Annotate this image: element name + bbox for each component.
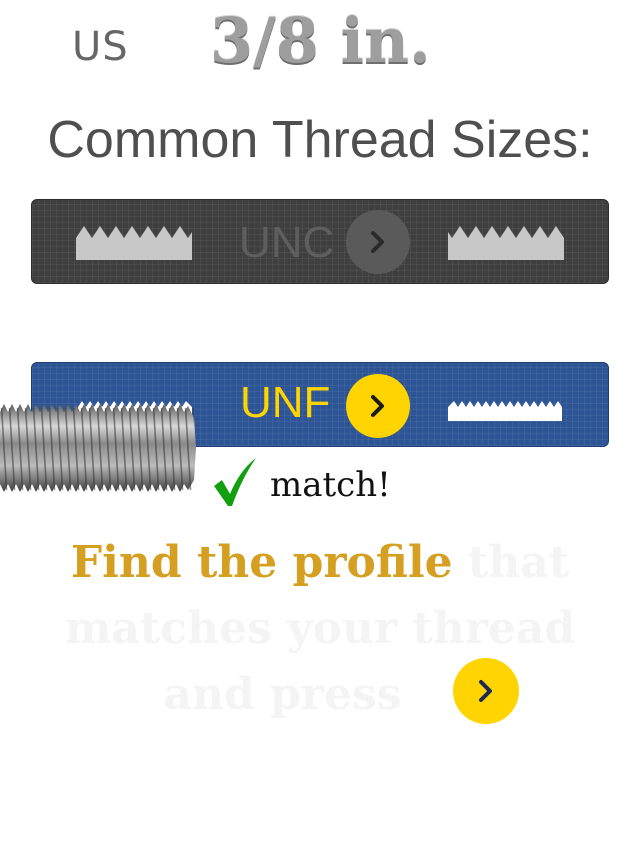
check-mark-icon — [214, 458, 256, 506]
chevron-right-icon — [371, 231, 384, 253]
common-thread-sizes-heading: Common Thread Sizes: — [47, 111, 593, 169]
instruction-highlight: Find the profile — [70, 537, 453, 588]
unc-arrow-button[interactable] — [346, 210, 410, 274]
bolt-size-title: 3/8 in. — [210, 4, 431, 77]
unc-thread-profile-icon-right — [448, 226, 564, 260]
instruction-line2: matches your thread — [64, 603, 576, 654]
chevron-right-icon — [479, 680, 492, 702]
unit-system-label[interactable]: US — [72, 24, 129, 70]
unc-thread-option[interactable]: UNC — [31, 199, 609, 284]
press-arrow-button[interactable] — [453, 658, 519, 724]
instruction-text: Find the profile that matches your threa… — [0, 530, 640, 728]
chevron-right-icon — [371, 395, 384, 417]
unf-thread-profile-icon-right — [448, 401, 562, 421]
instruction-line3: and press — [163, 669, 402, 720]
unc-label: UNC — [239, 218, 335, 267]
threaded-bolt-image — [0, 404, 196, 492]
unf-label: UNF — [240, 378, 331, 427]
unc-thread-profile-icon-left — [76, 226, 192, 260]
match-label: match! — [270, 465, 391, 505]
instruction-line1-rest: that — [467, 537, 570, 588]
unf-arrow-button[interactable] — [346, 374, 410, 438]
